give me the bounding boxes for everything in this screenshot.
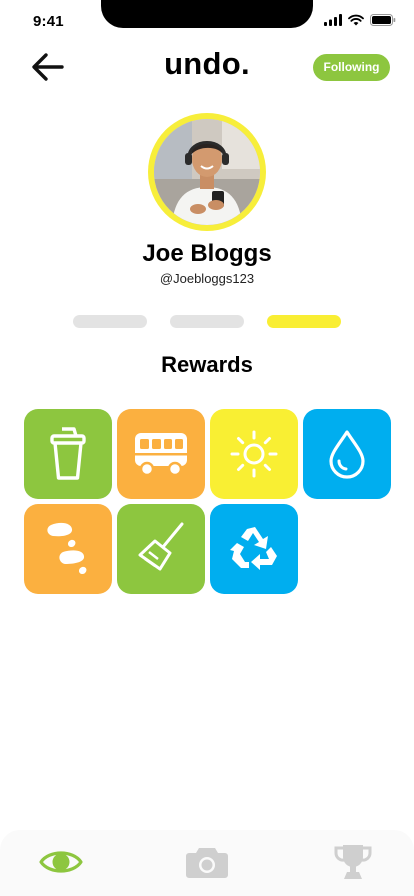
recycle-icon <box>230 527 277 570</box>
status-icons <box>324 14 396 26</box>
camera-icon <box>186 848 228 878</box>
broom-icon <box>138 522 184 571</box>
status-bar: 9:41 <box>0 0 414 44</box>
footsteps-icon <box>47 522 87 575</box>
reusable-cup-icon <box>50 427 86 480</box>
page-indicator-2[interactable] <box>170 315 244 328</box>
nav-item-trophies[interactable] <box>331 842 375 882</box>
profile-name: Joe Bloggs <box>142 240 272 267</box>
rewards-heading: Rewards <box>161 352 253 377</box>
sun-icon <box>230 430 278 478</box>
reward-recycle[interactable] <box>210 504 298 594</box>
profile-handle: @Joebloggs123 <box>159 271 255 286</box>
page-indicators <box>73 315 341 328</box>
page-indicator-1[interactable] <box>73 315 147 328</box>
reward-water[interactable] <box>303 409 391 499</box>
status-time: 9:41 <box>33 13 64 30</box>
wifi-icon <box>348 14 364 26</box>
reward-footsteps[interactable] <box>24 504 112 594</box>
reward-bus[interactable] <box>117 409 205 499</box>
page-indicator-3[interactable] <box>267 315 341 328</box>
eye-icon <box>39 851 83 873</box>
water-drop-icon <box>329 430 365 479</box>
avatar-photo <box>154 119 260 225</box>
trophy-icon <box>334 845 372 879</box>
reward-reusable-cup[interactable] <box>24 409 112 499</box>
reward-sun[interactable] <box>210 409 298 499</box>
cellular-signal-icon <box>324 14 342 26</box>
nav-item-home[interactable] <box>38 842 84 882</box>
device-notch <box>101 0 313 28</box>
battery-icon <box>370 14 396 26</box>
bus-icon <box>135 433 187 477</box>
nav-item-camera[interactable] <box>184 842 230 882</box>
avatar[interactable] <box>148 113 266 231</box>
reward-broom[interactable] <box>117 504 205 594</box>
rewards-grid <box>24 409 391 594</box>
following-button[interactable]: Following <box>313 54 390 81</box>
bottom-nav <box>0 830 414 896</box>
